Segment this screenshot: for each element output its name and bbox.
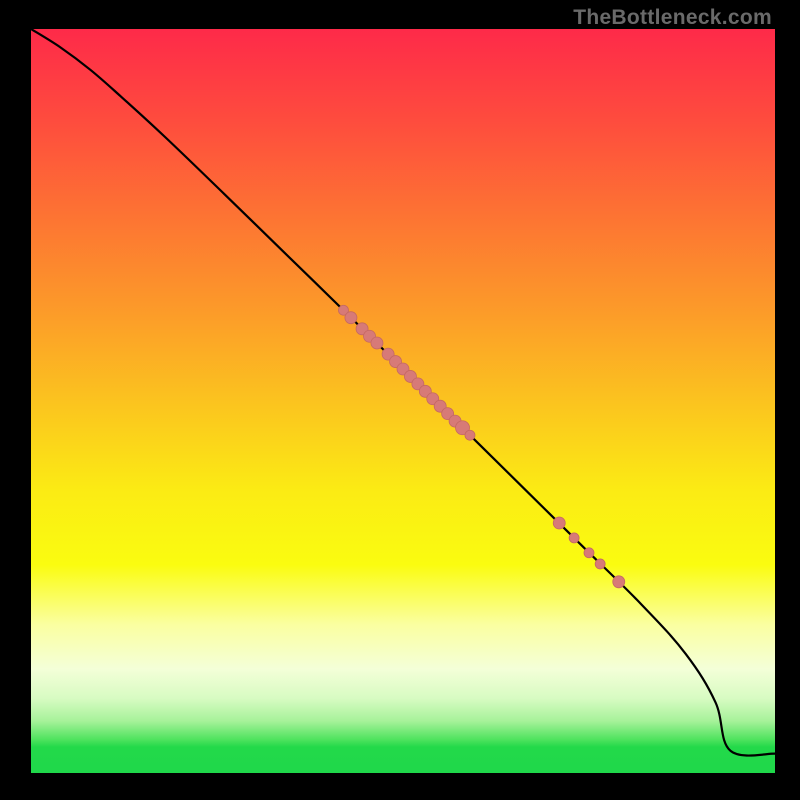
plot-area (31, 29, 775, 773)
chart-svg (31, 29, 775, 773)
data-marker (584, 548, 594, 558)
gradient-background (31, 29, 775, 773)
data-marker (595, 559, 605, 569)
data-marker (569, 533, 579, 543)
data-marker (613, 576, 625, 588)
watermark-text: TheBottleneck.com (573, 6, 772, 30)
data-marker (465, 430, 475, 440)
data-marker (553, 517, 565, 529)
chart-stage: TheBottleneck.com (0, 0, 800, 800)
data-marker (345, 312, 357, 324)
data-marker (371, 337, 383, 349)
